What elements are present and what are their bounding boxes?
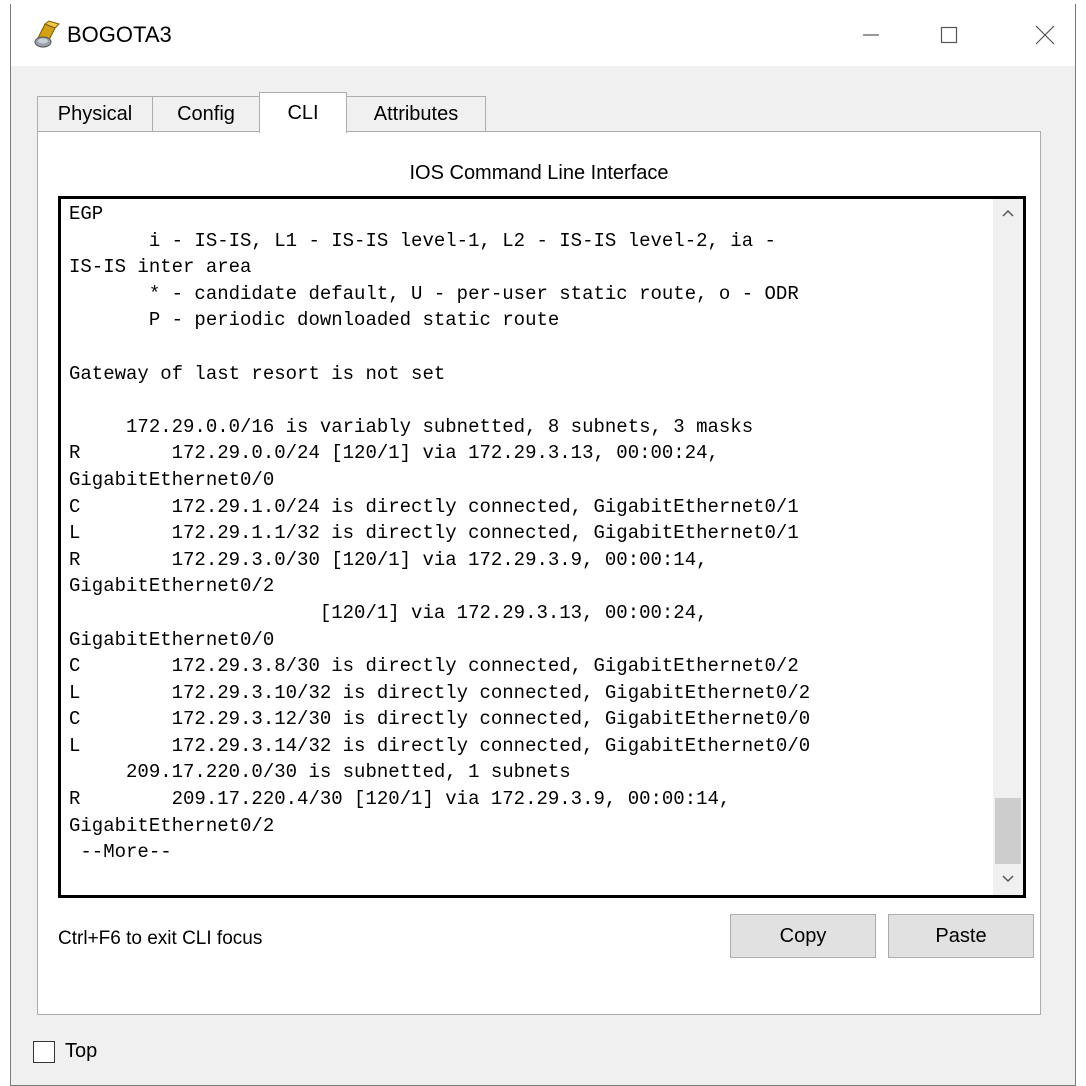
minimize-icon <box>861 25 881 45</box>
title-bar[interactable]: BOGOTA3 <box>11 4 1075 66</box>
cli-line: L 172.29.1.1/32 is directly connected, G… <box>69 522 799 545</box>
cli-output[interactable]: EGP i - IS-IS, L1 - IS-IS level-1, L2 - … <box>69 201 989 866</box>
window-title: BOGOTA3 <box>67 22 172 47</box>
scroll-down-button[interactable] <box>993 865 1023 895</box>
cli-line: 172.29.0.0/16 is variably subnetted, 8 s… <box>69 415 754 438</box>
top-checkbox-label: Top <box>65 1040 98 1062</box>
cli-line: L 172.29.3.14/32 is directly connected, … <box>69 734 811 757</box>
chevron-up-icon <box>1001 205 1015 223</box>
cli-line: C 172.29.1.0/24 is directly connected, G… <box>69 495 799 518</box>
cli-line: P - periodic downloaded static route <box>69 309 560 332</box>
scroll-up-button[interactable] <box>993 199 1023 229</box>
close-button[interactable] <box>1015 4 1075 66</box>
cli-line: GigabitEthernet0/2 <box>69 575 275 598</box>
cli-line: GigabitEthernet0/0 <box>69 468 275 491</box>
maximize-icon <box>939 25 959 45</box>
tab-attributes[interactable]: Attributes <box>346 96 486 132</box>
cli-line: [120/1] via 172.29.3.13, 00:00:24, <box>69 601 708 624</box>
cli-line: C 172.29.3.12/30 is directly connected, … <box>69 708 811 731</box>
cli-focus-hint: Ctrl+F6 to exit CLI focus <box>58 928 263 949</box>
copy-button[interactable]: Copy <box>730 914 876 958</box>
cli-panel: IOS Command Line Interface EGP i - IS-IS… <box>37 131 1041 1015</box>
cli-console[interactable]: EGP i - IS-IS, L1 - IS-IS level-1, L2 - … <box>58 196 1026 898</box>
tab-config[interactable]: Config <box>152 96 260 132</box>
maximize-button[interactable] <box>919 4 979 66</box>
cli-line: * - candidate default, U - per-user stat… <box>69 282 799 305</box>
cli-line: R 172.29.3.0/30 [120/1] via 172.29.3.9, … <box>69 548 708 571</box>
paste-button[interactable]: Paste <box>888 914 1034 958</box>
cli-line: --More-- <box>69 841 172 864</box>
cli-line: EGP <box>69 203 104 225</box>
cli-line: i - IS-IS, L1 - IS-IS level-1, L2 - IS-I… <box>69 229 776 252</box>
cli-line: L 172.29.3.10/32 is directly connected, … <box>69 681 811 704</box>
minimize-button[interactable] <box>841 4 901 66</box>
cli-line: Gateway of last resort is not set <box>69 362 446 385</box>
chevron-down-icon <box>1001 871 1015 889</box>
cli-line: GigabitEthernet0/0 <box>69 628 275 651</box>
router-app-icon <box>33 20 63 50</box>
cli-line: IS-IS inter area <box>69 256 252 279</box>
cli-line: R 209.17.220.4/30 [120/1] via 172.29.3.9… <box>69 788 731 811</box>
cli-line: C 172.29.3.8/30 is directly connected, G… <box>69 655 799 678</box>
cli-line: 209.17.220.0/30 is subnetted, 1 subnets <box>69 761 571 784</box>
cli-line: GigabitEthernet0/2 <box>69 814 275 837</box>
cli-line: R 172.29.0.0/24 [120/1] via 172.29.3.13,… <box>69 442 719 465</box>
close-icon <box>1034 24 1056 46</box>
tab-physical[interactable]: Physical <box>37 96 153 132</box>
panel-heading: IOS Command Line Interface <box>409 162 669 184</box>
tab-cli[interactable]: CLI <box>259 92 347 133</box>
top-checkbox[interactable] <box>33 1040 55 1063</box>
router-config-window: BOGOTA3 Physical Config CLI Attributes I… <box>10 4 1076 1086</box>
scroll-thumb[interactable] <box>995 798 1021 864</box>
top-checkbox-row[interactable]: Top <box>33 1040 97 1063</box>
cli-scrollbar[interactable] <box>993 199 1023 895</box>
